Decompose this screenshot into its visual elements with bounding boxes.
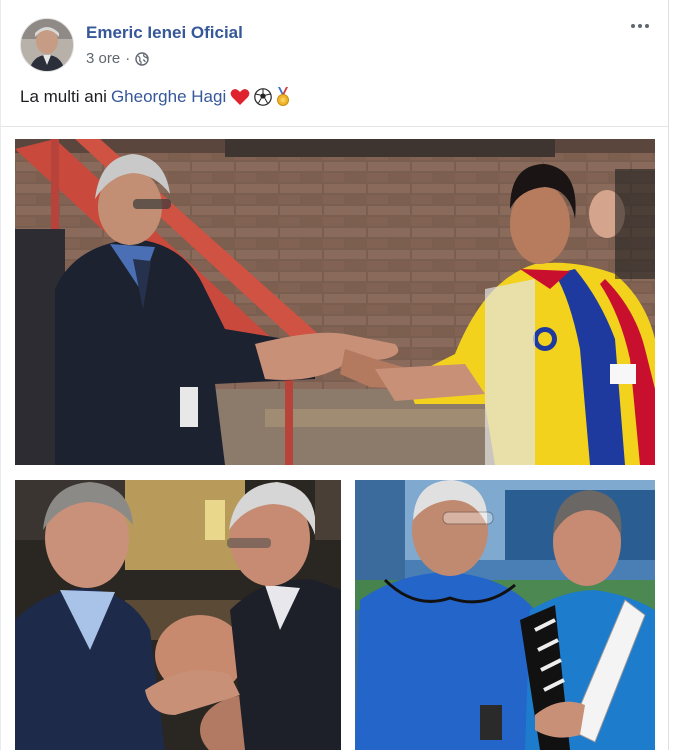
author-name[interactable]: Emeric Ienei Oficial: [86, 23, 243, 43]
post-time[interactable]: 3 ore: [86, 50, 120, 67]
heart-emoji: [230, 88, 250, 106]
photo-handshake[interactable]: [15, 139, 655, 465]
more-options-icon[interactable]: [625, 16, 655, 36]
post-meta: 3 ore ·: [86, 50, 149, 67]
soccer-ball-emoji: [254, 88, 273, 106]
medal-emoji: [276, 87, 290, 107]
photo-conversation[interactable]: [15, 480, 341, 750]
post-text-prefix: La multi ani: [20, 87, 107, 106]
divider: [1, 126, 668, 127]
photo-training[interactable]: [355, 480, 655, 750]
meta-separator: ·: [125, 50, 131, 67]
globe-icon[interactable]: [135, 51, 149, 66]
post-text: La multi ani Gheorghe Hagi: [20, 87, 290, 107]
mention-link[interactable]: Gheorghe Hagi: [111, 87, 226, 107]
post-card: Emeric Ienei Oficial 3 ore · La multi an…: [0, 0, 669, 750]
post-header: Emeric Ienei Oficial 3 ore ·: [20, 18, 660, 74]
avatar[interactable]: [20, 18, 74, 72]
